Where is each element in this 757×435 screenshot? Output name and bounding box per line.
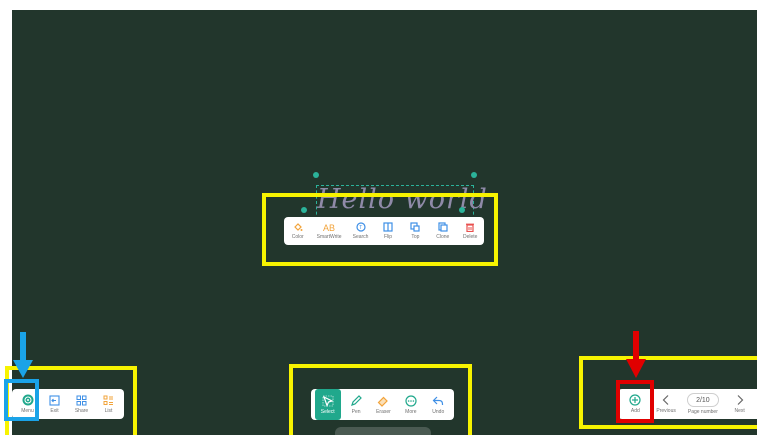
selection-handle-top-left[interactable] — [313, 172, 319, 178]
center-toolbar-highlight — [289, 364, 472, 435]
selection-handle-top-right[interactable] — [471, 172, 477, 178]
context-toolbar-highlight — [262, 193, 498, 266]
red-arrow-pointer — [626, 331, 646, 378]
menu-button-highlight — [4, 379, 39, 421]
add-button-highlight — [616, 380, 654, 423]
right-toolbar-highlight — [579, 356, 757, 429]
blue-arrow-pointer — [13, 332, 33, 378]
